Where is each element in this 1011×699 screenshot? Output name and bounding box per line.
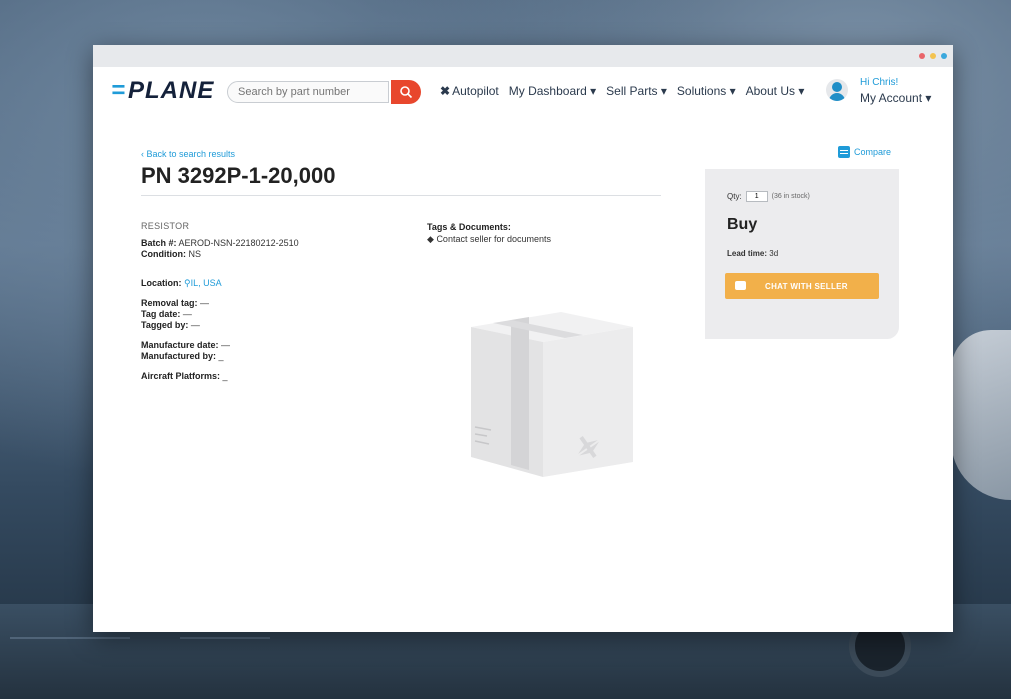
location-pin-icon: ⚲ xyxy=(184,278,191,288)
buy-title: Buy xyxy=(727,216,758,233)
search-input[interactable] xyxy=(227,81,389,103)
qty-label: Qty: xyxy=(727,192,742,201)
manufactured-by-value: _ xyxy=(218,351,224,361)
manufactured-by-row: Manufactured by: _ xyxy=(141,351,299,362)
tagged-by-label: Tagged by: xyxy=(141,320,189,330)
search-icon xyxy=(400,86,413,99)
lead-time-value: 3d xyxy=(769,249,779,258)
window-titlebar xyxy=(93,45,953,67)
stock-count: (36 in stock) xyxy=(771,193,810,200)
manufacture-date-row: Manufacture date: — xyxy=(141,340,299,351)
window-close-button[interactable] xyxy=(919,53,925,59)
tag-date-row: Tag date: — xyxy=(141,309,299,320)
logo-text: PLANE xyxy=(128,77,215,104)
manufacture-date-label: Manufacture date: xyxy=(141,340,219,350)
menu-item-solutions[interactable]: Solutions ▾ xyxy=(677,84,736,98)
aircraft-platforms-row: Aircraft Platforms: _ xyxy=(141,371,299,382)
tags-item-label: Contact seller for documents xyxy=(436,234,551,244)
quantity-row: Qty: (36 in stock) xyxy=(727,191,810,202)
my-account-menu[interactable]: My Account ▾ xyxy=(860,91,931,105)
condition-row: Condition: NS xyxy=(141,249,299,260)
batch-label: Batch #: xyxy=(141,238,177,248)
page-title: PN 3292P-1-20,000 xyxy=(141,163,336,188)
avatar[interactable] xyxy=(826,79,848,101)
package-box-image xyxy=(471,312,633,477)
title-divider xyxy=(141,195,661,196)
removal-tag-label: Removal tag: xyxy=(141,298,198,308)
quantity-input[interactable] xyxy=(745,191,768,202)
tags-header: Tags & Documents: xyxy=(427,222,511,232)
part-details: RESISTOR Batch #: AEROD-NSN-22180212-251… xyxy=(141,221,299,382)
airplane-wing xyxy=(951,330,1011,500)
tag-date-value: — xyxy=(182,309,192,319)
back-to-results-link[interactable]: ‹ Back to search results xyxy=(141,149,235,159)
condition-label: Condition: xyxy=(141,249,186,259)
window-controls xyxy=(919,53,947,59)
window-minimize-button[interactable] xyxy=(930,53,936,59)
chat-with-seller-button[interactable]: CHAT WITH SELLER xyxy=(725,273,879,299)
tags-documents: Tags & Documents: ◆ Contact seller for d… xyxy=(427,221,551,245)
removal-tag-value: — xyxy=(200,298,210,308)
manufacture-date-value: — xyxy=(221,340,231,350)
location-row: Location: ⚲IL, USA xyxy=(141,278,299,289)
batch-value: AEROD-NSN-22180212-2510 xyxy=(178,238,299,248)
autopilot-icon: ✖ xyxy=(440,84,451,98)
tagged-by-row: Tagged by: — xyxy=(141,320,299,331)
logo-mark-icon: = xyxy=(111,77,127,104)
compare-button[interactable]: Compare xyxy=(838,146,891,158)
chat-icon xyxy=(735,281,746,290)
runway-stripe xyxy=(180,637,270,639)
window-maximize-button[interactable] xyxy=(941,53,947,59)
manufactured-by-label: Manufactured by: xyxy=(141,351,217,361)
lead-time-label: Lead time: xyxy=(727,249,768,258)
tagged-by-value: — xyxy=(190,320,200,330)
aircraft-platforms-label: Aircraft Platforms: xyxy=(141,371,221,381)
top-navigation: =PLANE ✖Autopilot My Dashboard ▾ Sell Pa… xyxy=(93,67,953,119)
part-category: RESISTOR xyxy=(141,221,190,231)
aircraft-platforms-value: _ xyxy=(222,371,228,381)
location-label: Location: xyxy=(141,278,182,288)
site-logo[interactable]: =PLANE xyxy=(111,77,214,105)
compare-icon xyxy=(838,146,850,158)
chat-button-label: CHAT WITH SELLER xyxy=(765,282,848,291)
tags-item[interactable]: ◆ Contact seller for documents xyxy=(427,233,551,245)
avatar-head xyxy=(832,82,842,92)
search-button[interactable] xyxy=(391,80,421,104)
lead-time: Lead time: 3d xyxy=(727,249,778,258)
menu-item-my-dashboard[interactable]: My Dashboard ▾ xyxy=(509,84,596,98)
main-menu: ✖ Autopilot My Dashboard ▾ Sell Parts ▾ S… xyxy=(440,84,804,98)
menu-item-sell-parts[interactable]: Sell Parts ▾ xyxy=(606,84,667,98)
browser-window: =PLANE ✖Autopilot My Dashboard ▾ Sell Pa… xyxy=(93,45,953,632)
buy-panel: Qty: (36 in stock) Buy Lead time: 3d CHA… xyxy=(705,169,899,339)
document-tag-icon: ◆ xyxy=(427,234,434,244)
location-value[interactable]: IL, USA xyxy=(191,278,222,288)
batch-row: Batch #: AEROD-NSN-22180212-2510 xyxy=(141,238,299,249)
compare-label: Compare xyxy=(854,147,892,157)
menu-item-autopilot[interactable]: ✖ Autopilot xyxy=(440,84,499,98)
tag-date-label: Tag date: xyxy=(141,309,181,319)
menu-item-about-us[interactable]: About Us ▾ xyxy=(746,84,805,98)
removal-tag-row: Removal tag: — xyxy=(141,298,299,309)
avatar-body xyxy=(829,93,845,101)
menu-label: Autopilot xyxy=(452,84,499,98)
condition-value: NS xyxy=(188,249,202,259)
runway-stripe xyxy=(10,637,130,639)
user-greeting: Hi Chris! xyxy=(860,77,899,88)
